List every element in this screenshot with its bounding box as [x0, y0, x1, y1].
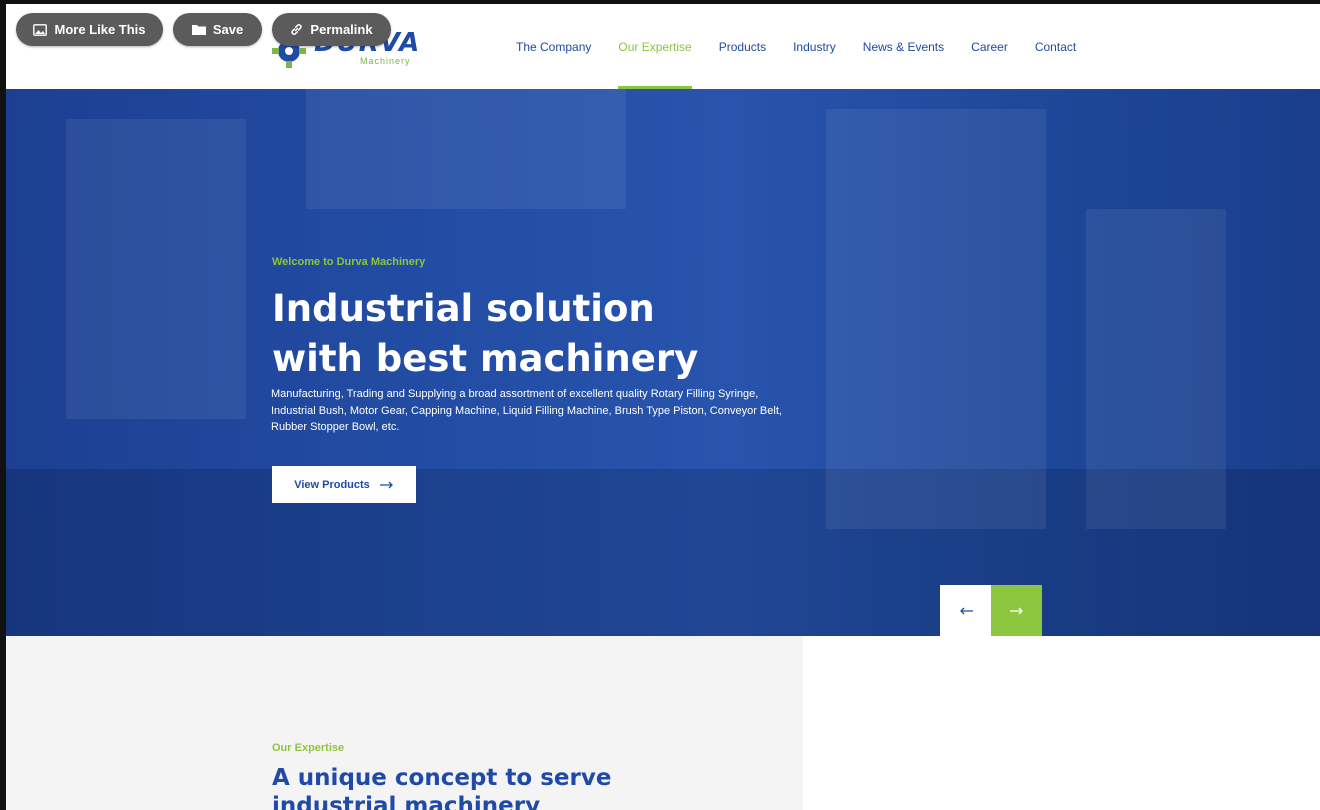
more-like-this-button[interactable]: More Like This	[16, 13, 163, 46]
hero-eyebrow: Welcome to Durva Machinery	[272, 256, 426, 268]
hero-background-machine	[306, 89, 626, 209]
expertise-image-panel	[803, 636, 1320, 810]
expertise-title: A unique concept to serve industrial mac…	[272, 765, 612, 810]
save-button[interactable]: Save	[173, 13, 262, 46]
nav-item-industry[interactable]: Industry	[793, 40, 836, 89]
save-label: Save	[212, 22, 244, 37]
view-products-button[interactable]: View Products	[272, 466, 416, 503]
hero-background-machine	[826, 109, 1046, 529]
hero-headline: Industrial solution with best machinery	[272, 284, 792, 384]
nav-item-our-expertise[interactable]: Our Expertise	[618, 40, 693, 89]
expertise-eyebrow: Our Expertise	[272, 742, 345, 754]
main-nav: The Company Our Expertise Products Indus…	[516, 40, 1103, 89]
arrow-right-icon	[379, 481, 393, 488]
hero-headline-line-1: Industrial solution	[272, 287, 655, 330]
expertise-section: Our Expertise A unique concept to serve …	[6, 636, 803, 810]
more-like-this-label: More Like This	[54, 22, 146, 37]
nav-item-contact[interactable]: Contact	[1035, 40, 1076, 89]
view-products-label: View Products	[294, 478, 370, 491]
nav-item-products[interactable]: Products	[719, 40, 766, 89]
hero-description: Manufacturing, Trading and Supplying a b…	[271, 388, 782, 433]
nav-item-career[interactable]: Career	[971, 40, 1008, 89]
image-icon	[33, 23, 48, 36]
logo-subtitle: Machinery	[360, 56, 411, 66]
hero-background-machine	[1086, 209, 1226, 529]
slider-prev-button[interactable]	[940, 585, 991, 636]
folder-icon	[191, 25, 206, 35]
permalink-button[interactable]: Permalink	[272, 13, 391, 46]
hero-slider: Welcome to Durva Machinery Industrial so…	[6, 89, 1320, 636]
nav-item-news-events[interactable]: News & Events	[863, 40, 944, 89]
page: DURVA Machinery The Company Our Expertis…	[6, 4, 1320, 810]
slider-next-button[interactable]	[991, 585, 1042, 636]
hero-headline-line-2: with best machinery	[272, 337, 699, 380]
link-icon	[291, 24, 303, 35]
permalink-label: Permalink	[310, 22, 373, 37]
arrow-right-icon	[1009, 607, 1023, 614]
nav-item-the-company[interactable]: The Company	[516, 40, 591, 89]
hero-background-machine	[66, 119, 246, 419]
arrow-left-icon	[959, 607, 973, 614]
